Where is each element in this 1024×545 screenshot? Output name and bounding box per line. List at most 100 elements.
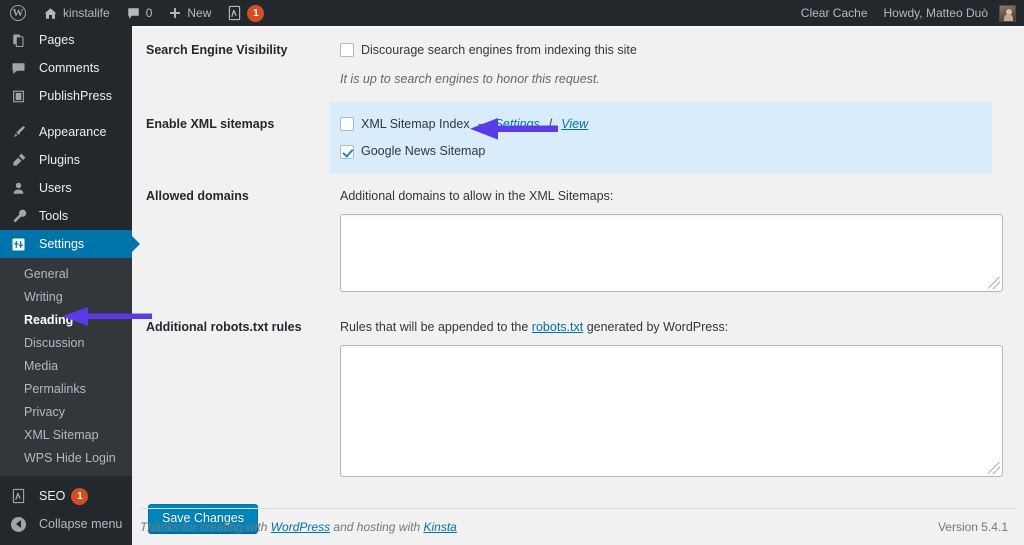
clear-cache-label: Clear Cache [801, 0, 868, 26]
home-icon [43, 6, 58, 21]
avatar [999, 5, 1016, 22]
sidebar-item-label: Settings [39, 237, 84, 251]
sidebar-bottom-group: SEO 1 Collapse menu [0, 476, 132, 538]
resize-handle-icon[interactable] [988, 462, 1000, 474]
xml-sitemap-dash: – [477, 115, 488, 134]
row-label: Allowed domains [140, 174, 330, 220]
xml-sitemap-view-link[interactable]: View [561, 115, 588, 134]
admin-footer: Thanks for creating with WordPress and h… [132, 509, 1024, 545]
sidebar-item-settings[interactable]: Settings [0, 230, 132, 258]
xml-sitemap-index-checkbox[interactable] [340, 117, 354, 131]
sidebar-item-label: SEO [39, 489, 65, 503]
google-news-sitemap-row[interactable]: Google News Sitemap [340, 142, 982, 161]
discourage-search-engines-checkbox[interactable] [340, 43, 354, 57]
sidebar-top-group: Pages Comments PublishPress Appearan [0, 26, 132, 258]
yoast-icon [227, 5, 242, 21]
site-name-menu[interactable]: kinstalife [35, 0, 118, 26]
sidebar-item-seo[interactable]: SEO 1 [0, 482, 132, 510]
admin-sidebar: Pages Comments PublishPress Appearan [0, 26, 132, 545]
row-field: Additional domains to allow in the XML S… [330, 174, 1013, 305]
howdy-label: Howdy, Matteo Duò [884, 0, 989, 26]
submenu-item-discussion[interactable]: Discussion [0, 332, 132, 355]
row-label: Search Engine Visibility [140, 28, 330, 74]
sidebar-item-label: Appearance [39, 125, 106, 139]
collapse-arrow-icon [11, 517, 31, 532]
wp-logo-menu[interactable]: W [0, 0, 35, 26]
row-robots-txt-rules: Additional robots.txt rules Rules that w… [140, 305, 992, 490]
footer-thanks-before: Thanks for creating with [140, 520, 271, 534]
sidebar-item-label: PublishPress [39, 89, 112, 103]
sidebar-item-appearance[interactable]: Appearance [0, 118, 132, 146]
row-search-engine-visibility: Search Engine Visibility Discourage sear… [140, 28, 992, 102]
plugins-icon [11, 151, 31, 169]
comments-count: 0 [146, 0, 153, 26]
site-name-label: kinstalife [63, 0, 110, 26]
xml-sitemap-settings-link[interactable]: Settings [495, 115, 540, 134]
sidebar-item-comments[interactable]: Comments [0, 54, 132, 82]
comment-bubble-icon [126, 6, 141, 21]
main-content: Search Engine Visibility Discourage sear… [132, 26, 1024, 545]
xml-sitemap-separator: / [547, 115, 554, 134]
new-label: New [187, 0, 211, 26]
tools-icon [11, 207, 31, 225]
publishpress-icon [11, 87, 31, 105]
robots-rules-textarea[interactable] [340, 345, 1003, 477]
wp-version-label: Version 5.4.1 [938, 520, 1008, 534]
pages-icon [11, 31, 31, 49]
sidebar-item-publishpress[interactable]: PublishPress [0, 82, 132, 110]
users-icon [11, 179, 31, 197]
robots-txt-link[interactable]: robots.txt [532, 320, 583, 334]
submenu-item-wps-hide-login[interactable]: WPS Hide Login [0, 447, 132, 470]
settings-submenu: General Writing Reading Discussion Media… [0, 258, 132, 476]
search-visibility-description: It is up to search engines to honor this… [340, 70, 982, 89]
sidebar-item-users[interactable]: Users [0, 174, 132, 202]
submenu-item-reading[interactable]: Reading [0, 309, 132, 332]
settings-icon [11, 235, 31, 253]
discourage-search-engines-label: Discourage search engines from indexing … [361, 41, 637, 60]
submenu-item-media[interactable]: Media [0, 355, 132, 378]
robots-desc-after: generated by WordPress: [583, 320, 728, 334]
submenu-item-xml-sitemap[interactable]: XML Sitemap [0, 424, 132, 447]
yoast-seo-menu[interactable]: 1 [219, 0, 272, 26]
collapse-menu-button[interactable]: Collapse menu [0, 510, 132, 538]
admin-bar: W kinstalife 0 New [0, 0, 1024, 26]
sidebar-item-plugins[interactable]: Plugins [0, 146, 132, 174]
allowed-domains-textarea[interactable] [340, 214, 1003, 292]
row-enable-xml-sitemaps: Enable XML sitemaps XML Sitemap Index – … [140, 102, 992, 175]
robots-desc-before: Rules that will be appended to the [340, 320, 532, 334]
sidebar-item-label: Comments [39, 61, 99, 75]
submenu-item-general[interactable]: General [0, 263, 132, 286]
sidebar-item-tools[interactable]: Tools [0, 202, 132, 230]
row-field: Rules that will be appended to the robot… [330, 305, 1013, 490]
account-menu[interactable]: Howdy, Matteo Duò [876, 0, 1024, 26]
reading-settings-form: Search Engine Visibility Discourage sear… [140, 28, 992, 533]
submenu-item-permalinks[interactable]: Permalinks [0, 378, 132, 401]
row-field: Discourage search engines from indexing … [330, 28, 992, 102]
submenu-item-privacy[interactable]: Privacy [0, 401, 132, 424]
yoast-badge: 1 [247, 5, 264, 22]
sidebar-item-label: Users [39, 181, 72, 195]
row-label: Enable XML sitemaps [140, 102, 330, 148]
xml-sitemap-index-label: XML Sitemap Index [361, 115, 470, 134]
submenu-item-writing[interactable]: Writing [0, 286, 132, 309]
plus-icon [168, 6, 182, 20]
wordpress-link[interactable]: WordPress [271, 520, 330, 534]
footer-thanks-middle: and hosting with [330, 520, 423, 534]
row-label: Additional robots.txt rules [140, 305, 330, 351]
new-content-menu[interactable]: New [160, 0, 219, 26]
discourage-search-engines-checkbox-row[interactable]: Discourage search engines from indexing … [340, 41, 982, 60]
sidebar-item-label: Plugins [39, 153, 80, 167]
sidebar-item-pages[interactable]: Pages [0, 26, 132, 54]
clear-cache-button[interactable]: Clear Cache [793, 0, 876, 26]
comments-menu[interactable]: 0 [118, 0, 161, 26]
seo-badge: 1 [71, 488, 88, 505]
collapse-menu-label: Collapse menu [39, 517, 122, 531]
appearance-icon [11, 123, 31, 141]
xml-sitemap-index-row[interactable]: XML Sitemap Index – Settings / View [340, 115, 982, 134]
admin-bar-right: Clear Cache Howdy, Matteo Duò [793, 0, 1024, 26]
kinsta-link[interactable]: Kinsta [423, 520, 456, 534]
resize-handle-icon[interactable] [988, 277, 1000, 289]
google-news-sitemap-label: Google News Sitemap [361, 142, 485, 161]
sidebar-separator [0, 110, 132, 118]
google-news-sitemap-checkbox[interactable] [340, 145, 354, 159]
